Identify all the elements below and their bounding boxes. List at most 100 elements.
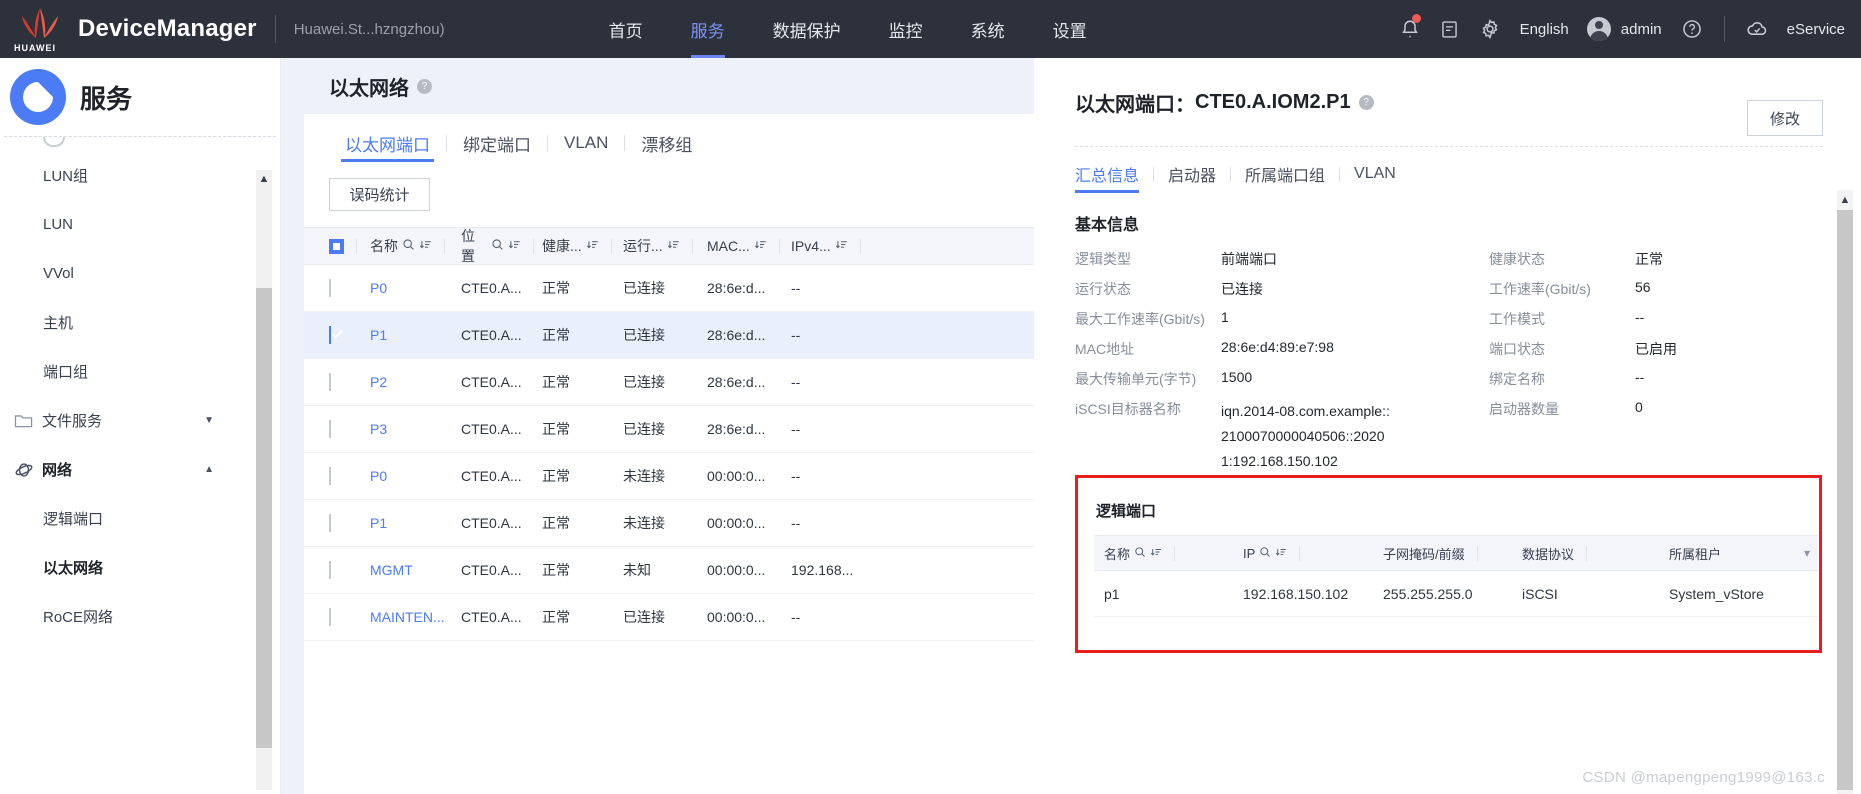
tab-vlan[interactable]: VLAN [1340,147,1410,201]
column-header-health[interactable]: 健康... [542,236,623,256]
scrollbar-thumb[interactable] [1837,210,1853,790]
notification-bell-icon[interactable] [1390,0,1430,58]
row-checkbox[interactable] [329,373,331,391]
nav-item-data-protection[interactable]: 数据保护 [749,0,865,58]
scrollbar-thumb[interactable] [256,288,272,748]
product-name: DeviceManager [78,15,257,42]
row-checkbox[interactable] [329,467,331,485]
table-row[interactable]: P0 CTE0.A... 正常 已连接 28:6e:d... -- [304,265,1034,312]
sidebar-item-lun[interactable]: LUN [0,200,280,249]
sidebar-item-port-group[interactable]: 端口组 [0,347,280,396]
logical-port-row[interactable]: p1 192.168.150.102 255.255.255.0 iSCSI S… [1094,571,1818,617]
nav-item-monitoring[interactable]: 监控 [865,0,947,58]
tab-failover-group[interactable]: 漂移组 [625,114,708,172]
help-tooltip-icon[interactable]: ? [1358,95,1374,110]
help-tooltip-icon[interactable]: ? [417,78,432,94]
sort-icon[interactable] [754,238,767,254]
help-icon[interactable] [1672,0,1712,58]
cell-name[interactable]: P0 [370,468,461,484]
cell-mac: 28:6e:d... [707,280,766,296]
table-row[interactable]: P0 CTE0.A... 正常 未连接 00:00:0... -- [304,453,1034,500]
tab-bond-port[interactable]: 绑定端口 [447,114,547,172]
sort-icon[interactable] [1275,546,1287,561]
sidebar-scrollbar[interactable]: ▲ [256,170,272,790]
nav-item-settings[interactable]: 设置 [1029,0,1111,58]
error-statistics-button[interactable]: 误码统计 [329,178,430,211]
table-row[interactable]: P1 CTE0.A... 正常 已连接 28:6e:d... -- [304,312,1034,359]
lp-column-header-protocol[interactable]: 数据协议 [1522,544,1669,563]
detail-scrollbar[interactable]: ▲ [1837,190,1853,794]
search-icon[interactable] [1259,546,1271,561]
tab-port-group[interactable]: 所属端口组 [1231,147,1339,201]
sort-icon[interactable] [508,238,521,254]
select-all-checkbox[interactable] [329,238,344,254]
row-checkbox[interactable] [329,514,331,532]
language-selector[interactable]: English [1510,21,1579,38]
lp-column-header-subnet-mask[interactable]: 子网掩码/前缀 [1383,544,1522,563]
sidebar-item-file-service[interactable]: 文件服务 ▼ [0,396,280,445]
column-header-running-status[interactable]: 运行... [623,236,707,256]
sidebar-item-host[interactable]: 主机 [0,298,280,347]
iscsi-line: 1:192.168.150.102 [1221,453,1338,469]
sidebar-item-vvol[interactable]: VVol [0,249,280,298]
search-icon[interactable] [1134,546,1146,561]
sidebar-item-logical-port[interactable]: 逻辑端口 [0,494,280,543]
column-header-ipv4[interactable]: IPv4... [791,238,871,254]
cell-name[interactable]: MGMT [370,562,461,578]
nav-item-system[interactable]: 系统 [947,0,1029,58]
scroll-up-icon[interactable]: ▲ [1837,190,1853,210]
cell-name[interactable]: P3 [370,421,461,437]
search-icon[interactable] [402,238,415,254]
nav-item-services[interactable]: 服务 [667,0,749,58]
eservice-link[interactable]: eService [1777,21,1855,38]
tab-summary[interactable]: 汇总信息 [1075,147,1153,201]
lp-column-header-name[interactable]: 名称 [1104,544,1243,563]
row-checkbox[interactable] [329,326,331,344]
sort-icon[interactable] [419,238,432,254]
column-header-location[interactable]: 位置 [461,226,542,266]
sort-icon[interactable] [586,238,599,254]
ethernet-card: 以太网端口 绑定端口 VLAN 漂移组 误码统计 名称 位置 健康... 运行.… [304,114,1034,794]
nav-item-home[interactable]: 首页 [585,0,667,58]
tab-initiator[interactable]: 启动器 [1154,147,1230,201]
task-list-icon[interactable] [1430,0,1470,58]
cell-name[interactable]: P1 [370,515,461,531]
modify-button[interactable]: 修改 [1747,100,1823,136]
sort-icon[interactable] [667,238,680,254]
table-row[interactable]: P2 CTE0.A... 正常 已连接 28:6e:d... -- [304,359,1034,406]
row-checkbox[interactable] [329,561,331,579]
row-checkbox[interactable] [329,279,331,297]
chevron-down-icon[interactable]: ▼ [204,415,214,426]
scroll-up-icon[interactable]: ▲ [256,170,272,188]
table-row[interactable]: MGMT CTE0.A... 正常 未知 00:00:0... 192.168.… [304,547,1034,594]
cloud-check-icon[interactable] [1737,0,1777,58]
table-row[interactable]: P3 CTE0.A... 正常 已连接 28:6e:d... -- [304,406,1034,453]
chevron-double-down-icon[interactable]: ▾ [1804,546,1810,560]
search-icon[interactable] [491,238,504,254]
column-header-mac[interactable]: MAC... [707,238,791,254]
row-checkbox[interactable] [329,608,331,626]
tab-vlan[interactable]: VLAN [548,114,624,172]
cell-name[interactable]: P1 [370,327,461,343]
table-row[interactable]: P1 CTE0.A... 正常 未连接 00:00:0... -- [304,500,1034,547]
lp-column-header-tenant[interactable]: 所属租户 [1669,544,1809,563]
lp-column-header-ip[interactable]: IP [1243,545,1383,561]
cell-running: 已连接 [623,421,665,437]
sort-icon[interactable] [1150,546,1162,561]
column-header-name[interactable]: 名称 [370,236,461,256]
sidebar-item-network[interactable]: 网络 ▲ [0,445,280,494]
sidebar-item-ethernet-network[interactable]: 以太网络 [0,543,280,592]
sidebar-item-roce-network[interactable]: RoCE网络 [0,592,280,641]
table-row[interactable]: MAINTEN... CTE0.A... 正常 已连接 00:00:0... -… [304,594,1034,641]
field-label: 最大工作速率(Gbit/s) [1075,311,1205,327]
sort-icon[interactable] [835,238,848,254]
user-menu[interactable]: admin [1579,17,1672,41]
chevron-up-icon[interactable]: ▲ [204,464,214,475]
tab-ethernet-port[interactable]: 以太网端口 [329,114,446,172]
sidebar-item-lun-group[interactable]: LUN组 [0,151,280,200]
gear-icon[interactable] [1470,0,1510,58]
cell-name[interactable]: P0 [370,280,461,296]
cell-name[interactable]: MAINTEN... [370,609,461,625]
cell-name[interactable]: P2 [370,374,461,390]
row-checkbox[interactable] [329,420,331,438]
